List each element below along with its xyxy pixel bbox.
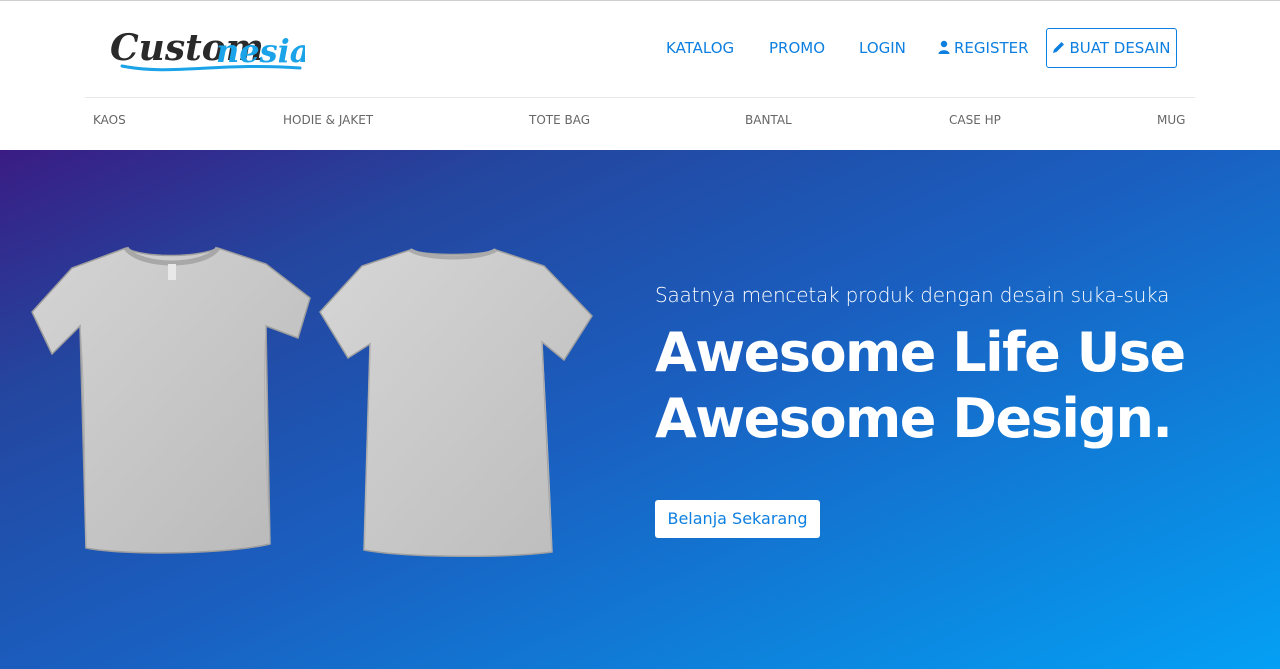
header-divider [85,97,1195,98]
pencil-icon [1052,30,1065,53]
hero-title-line-2: Awesome Design. [655,387,1173,450]
nav-katalog-link[interactable]: KATALOG [666,37,734,59]
user-icon [938,38,950,54]
belanja-sekarang-button[interactable]: Belanja Sekarang [655,500,820,538]
tshirt-front-image [28,242,318,562]
category-mug[interactable]: MUG [1157,111,1185,129]
nav-register-link[interactable]: REGISTER [938,37,1029,59]
category-hodie-jaket[interactable]: HODIE & JAKET [283,111,373,129]
nav-login-link[interactable]: LOGIN [859,37,906,59]
hero-subtitle: Saatnya mencetak produk dengan desain su… [655,283,1170,307]
buat-desain-button[interactable]: BUAT DESAIN [1046,28,1177,68]
hero-title-line-1: Awesome Life Use [655,321,1186,384]
tshirt-back-image [318,246,598,562]
category-case-hp[interactable]: CASE HP [949,111,1001,129]
hero-banner: Saatnya mencetak produk dengan desain su… [0,150,1280,669]
nav-promo-link[interactable]: PROMO [769,37,825,59]
customnesia-logo[interactable]: Custom nesia [110,22,305,78]
buat-desain-label: BUAT DESAIN [1069,39,1171,57]
top-border [0,0,1280,1]
category-kaos[interactable]: KAOS [93,111,126,129]
logo-text-accent: nesia [216,32,305,70]
category-bantal[interactable]: BANTAL [745,111,792,129]
hero-title: Awesome Life Use Awesome Design. [655,320,1255,452]
category-tote-bag[interactable]: TOTE BAG [529,111,590,129]
register-label: REGISTER [954,39,1029,57]
